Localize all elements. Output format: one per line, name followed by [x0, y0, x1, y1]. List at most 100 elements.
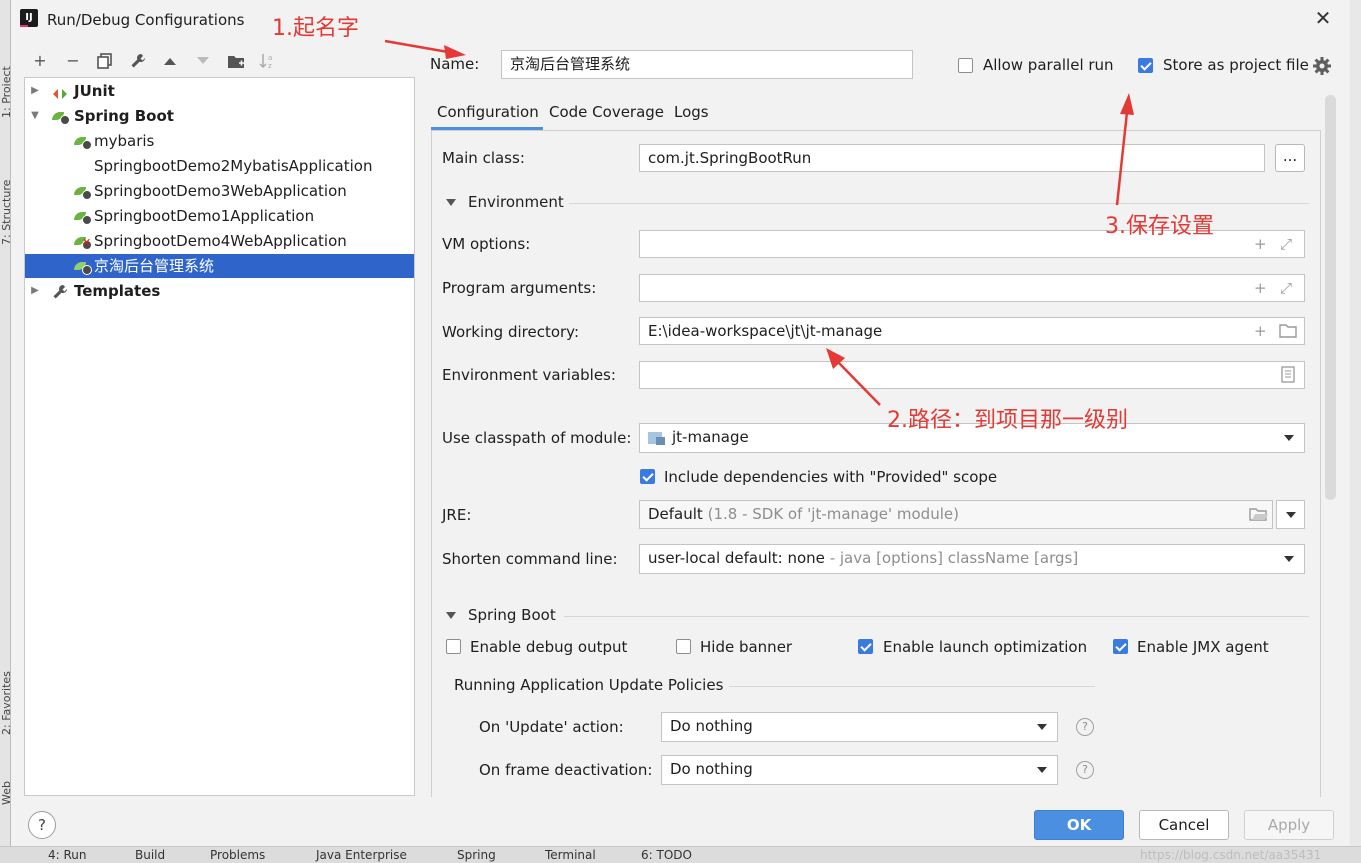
enable-jmx-agent-label: Enable JMX agent — [1137, 638, 1269, 656]
help-icon[interactable]: ? — [1076, 761, 1094, 779]
environment-variables-input[interactable] — [639, 361, 1305, 389]
browse-main-class-button[interactable]: ... — [1275, 144, 1305, 172]
name-label: Name: — [430, 55, 480, 73]
add-icon[interactable]: + — [1254, 235, 1267, 253]
arrow-down-icon — [197, 57, 209, 64]
help-button[interactable]: ? — [28, 811, 56, 839]
program-arguments-input[interactable] — [639, 274, 1305, 302]
configuration-tree[interactable]: ▶ JUnit ▼ Spring Boot mybaris Springboot… — [24, 77, 415, 796]
enable-jmx-agent-checkbox[interactable] — [1113, 639, 1128, 654]
on-update-select[interactable]: Do nothing — [661, 712, 1058, 742]
ok-button[interactable]: OK — [1034, 810, 1124, 840]
expand-icon[interactable]: ⤢ — [1280, 235, 1292, 253]
add-icon[interactable]: + — [1254, 322, 1267, 340]
tree-item-jingtao-admin[interactable]: 京淘后台管理系统 — [25, 254, 414, 278]
hide-banner-checkbox[interactable] — [676, 639, 691, 654]
remove-config-button[interactable]: − — [62, 50, 84, 72]
tree-item-junit[interactable]: ▶ JUnit — [25, 79, 414, 103]
spring-boot-icon — [52, 109, 70, 125]
todo-tab[interactable]: 6: TODO — [641, 848, 692, 862]
apply-button[interactable]: Apply — [1244, 810, 1334, 840]
annotation-name: 1.起名字 — [272, 16, 359, 41]
tree-item-springbootdemo1[interactable]: SpringbootDemo1Application — [25, 204, 414, 228]
tree-item-label: JUnit — [74, 82, 115, 100]
spring-boot-collapse-icon[interactable] — [446, 612, 456, 619]
tab-logs[interactable]: Logs — [674, 103, 709, 121]
copy-config-button[interactable] — [94, 50, 116, 72]
jre-dropdown-button[interactable] — [1276, 500, 1305, 529]
tree-item-mybaris[interactable]: mybaris — [25, 129, 414, 153]
tree-item-springbootdemo2[interactable]: SpringbootDemo2MybatisApplication — [25, 154, 414, 178]
enable-launch-optimization-checkbox[interactable] — [858, 639, 873, 654]
on-frame-deactivation-value: Do nothing — [670, 760, 753, 778]
main-class-label: Main class: — [442, 149, 525, 167]
wrench-icon — [52, 283, 68, 299]
sort-button[interactable]: az — [257, 50, 279, 72]
wrench-icon — [131, 54, 145, 68]
document-icon[interactable] — [1281, 366, 1295, 383]
on-update-value: Do nothing — [670, 717, 753, 735]
terminal-tab[interactable]: Terminal — [545, 848, 596, 862]
chevron-down-icon — [1037, 767, 1047, 773]
svg-text:z: z — [268, 62, 272, 69]
expand-arrow-icon[interactable]: ▶ — [29, 79, 41, 103]
tree-item-springbootdemo4[interactable]: ✕ SpringbootDemo4WebApplication — [25, 229, 414, 253]
environment-collapse-icon[interactable] — [446, 199, 456, 206]
build-tab[interactable]: Build — [135, 848, 165, 862]
close-icon[interactable]: ✕ — [1311, 6, 1335, 30]
run-tab[interactable]: 4: Run — [48, 848, 87, 862]
panel-scrollbar[interactable] — [1325, 95, 1336, 500]
include-dependencies-checkbox[interactable] — [640, 469, 655, 484]
folder-open-icon[interactable] — [1249, 507, 1269, 522]
arrow-up-icon — [164, 58, 176, 65]
folder-icon — [228, 56, 244, 68]
name-input[interactable]: 京淘后台管理系统 — [501, 50, 913, 79]
jre-input[interactable]: Default (1.8 - SDK of 'jt-manage' module… — [639, 500, 1273, 529]
update-policies-title: Running Application Update Policies — [454, 676, 724, 694]
edit-defaults-button[interactable] — [127, 50, 149, 72]
tab-code-coverage[interactable]: Code Coverage — [549, 103, 664, 121]
tree-item-label: SpringbootDemo3WebApplication — [94, 182, 347, 200]
tree-item-label: Spring Boot — [74, 107, 174, 125]
hide-banner-label: Hide banner — [700, 638, 793, 656]
expand-arrow-icon[interactable]: ▶ — [29, 279, 41, 303]
classpath-module-label: Use classpath of module: — [442, 429, 632, 447]
java-enterprise-tab[interactable]: Java Enterprise — [316, 848, 407, 862]
move-down-button[interactable] — [192, 50, 214, 72]
chevron-down-icon — [1286, 512, 1296, 518]
working-directory-input[interactable]: E:\idea-workspace\jt\jt-manage — [639, 317, 1305, 345]
tree-item-springbootdemo3[interactable]: SpringbootDemo3WebApplication — [25, 179, 414, 203]
environment-section-title: Environment — [468, 193, 564, 211]
add-config-button[interactable]: + — [29, 50, 51, 72]
add-icon[interactable]: + — [1254, 279, 1267, 297]
vm-options-label: VM options: — [442, 235, 531, 253]
cancel-button[interactable]: Cancel — [1139, 810, 1229, 840]
spring-tab[interactable]: Spring — [457, 848, 496, 862]
enable-launch-optimization-label: Enable launch optimization — [883, 638, 1088, 656]
expand-icon[interactable]: ⤢ — [1280, 279, 1292, 297]
allow-parallel-checkbox[interactable] — [958, 58, 973, 73]
allow-parallel-label: Allow parallel run — [983, 56, 1114, 74]
collapse-arrow-icon[interactable]: ▼ — [29, 104, 41, 128]
main-class-input[interactable]: com.jt.SpringBootRun — [639, 144, 1265, 172]
folder-icon[interactable] — [1279, 323, 1297, 338]
on-frame-deactivation-select[interactable]: Do nothing — [661, 755, 1058, 785]
help-icon[interactable]: ? — [1076, 718, 1094, 736]
tab-configuration[interactable]: Configuration — [437, 103, 539, 121]
problems-tab[interactable]: Problems — [210, 848, 265, 862]
new-folder-button[interactable] — [225, 50, 247, 72]
enable-debug-output-checkbox[interactable] — [446, 639, 461, 654]
include-dependencies-label: Include dependencies with "Provided" sco… — [664, 468, 998, 486]
annotation-save: 3.保存设置 — [1105, 214, 1214, 239]
gear-icon[interactable] — [1312, 56, 1332, 76]
tree-item-label: 京淘后台管理系统 — [94, 257, 215, 275]
svg-text:a: a — [268, 54, 272, 62]
jre-label: JRE: — [442, 506, 472, 524]
shorten-command-select[interactable]: user-local default: none - java [options… — [639, 544, 1305, 574]
tree-item-templates[interactable]: ▶ Templates — [25, 279, 414, 303]
store-project-file-checkbox[interactable] — [1138, 58, 1153, 73]
dialog-title: Run/Debug Configurations — [47, 11, 245, 29]
tree-item-spring-boot[interactable]: ▼ Spring Boot — [25, 104, 414, 128]
tree-item-label: SpringbootDemo4WebApplication — [94, 232, 347, 250]
move-up-button[interactable] — [159, 50, 181, 72]
